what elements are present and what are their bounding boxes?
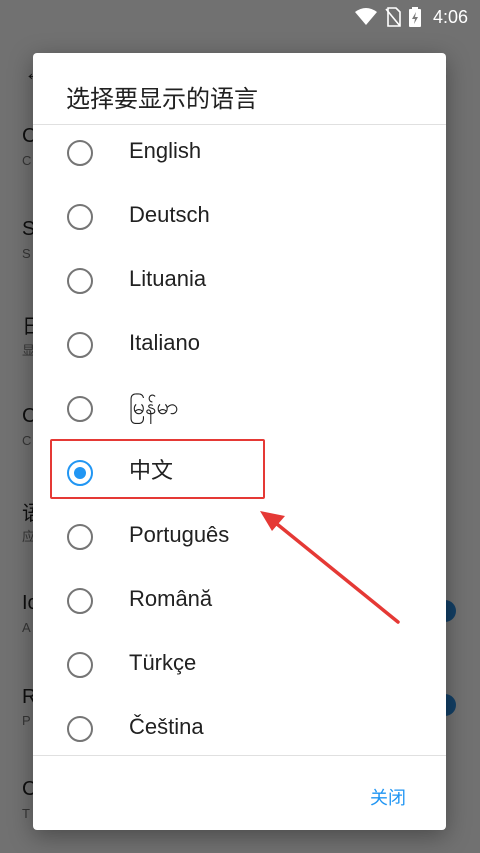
- status-bar: 4:06: [0, 0, 480, 34]
- battery-charging-icon: [408, 7, 421, 27]
- language-label: Română: [129, 586, 213, 611]
- language-label: Deutsch: [129, 202, 210, 227]
- language-option-italiano[interactable]: Italiano: [33, 317, 446, 381]
- radio-button[interactable]: [67, 652, 93, 678]
- language-label: Italiano: [129, 330, 200, 355]
- language-option-romana[interactable]: Română: [33, 573, 446, 637]
- language-label: Lituania: [129, 266, 207, 291]
- language-option-cestina[interactable]: Čeština: [33, 701, 446, 755]
- radio-button[interactable]: [67, 268, 93, 294]
- divider: [33, 755, 446, 756]
- radio-button[interactable]: [67, 588, 93, 614]
- language-option-turkce[interactable]: Türkçe: [33, 637, 446, 701]
- wifi-icon: [354, 8, 377, 26]
- language-option-lituania[interactable]: Lituania: [33, 253, 446, 317]
- dialog-title: 选择要显示的语言: [66, 86, 258, 113]
- language-option-burmese[interactable]: မြန်မာ: [33, 381, 446, 445]
- language-label: English: [129, 138, 202, 163]
- radio-button[interactable]: [67, 716, 93, 742]
- language-option-portugues[interactable]: Português: [33, 509, 446, 573]
- clock-time: 4:06: [432, 6, 468, 27]
- radio-button[interactable]: [67, 524, 93, 550]
- annotation-highlight-box: [50, 439, 265, 499]
- radio-button[interactable]: [67, 332, 93, 358]
- language-label: Türkçe: [129, 650, 197, 675]
- language-label: Čeština: [129, 714, 204, 739]
- radio-button[interactable]: [67, 204, 93, 230]
- radio-button[interactable]: [67, 140, 93, 166]
- close-button[interactable]: 关闭: [370, 780, 406, 814]
- language-label: Português: [129, 522, 230, 547]
- language-option-english[interactable]: English: [33, 125, 446, 189]
- radio-button[interactable]: [67, 396, 93, 422]
- language-option-deutsch[interactable]: Deutsch: [33, 189, 446, 253]
- language-label: မြန်မာ: [129, 394, 179, 419]
- no-sim-icon: [385, 7, 401, 27]
